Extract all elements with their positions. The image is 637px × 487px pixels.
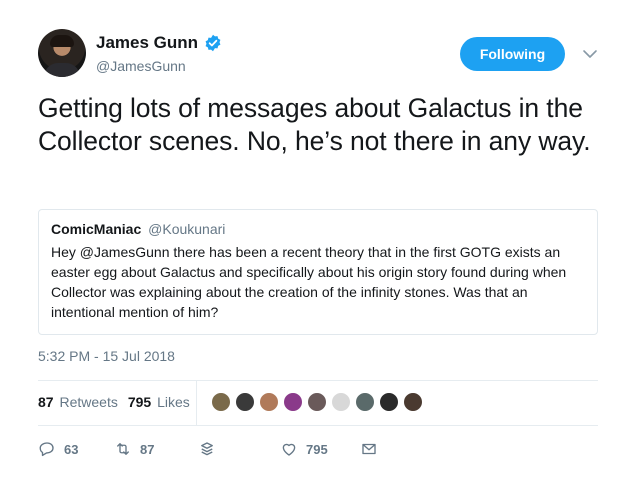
retweets-stat-label: Retweets xyxy=(59,394,118,410)
quoted-tweet-header: ComicManiac @Koukunari xyxy=(51,220,585,238)
like-count: 795 xyxy=(306,441,328,457)
retweets-stat[interactable]: 87 Retweets xyxy=(38,393,118,411)
tweet-timestamp[interactable]: 5:32 PM - 15 Jul 2018 xyxy=(38,347,175,365)
quoted-tweet-text: Hey @JamesGunn there has been a recent t… xyxy=(51,244,567,320)
liker-avatar[interactable] xyxy=(330,391,352,413)
following-button[interactable]: Following xyxy=(460,37,565,71)
user-name[interactable]: James Gunn xyxy=(96,33,198,53)
retweet-action[interactable]: 87 xyxy=(114,440,154,458)
reply-action[interactable]: 63 xyxy=(38,440,78,458)
tweet-stats: 87 Retweets 795 Likes xyxy=(38,393,200,411)
user-name-row[interactable]: James Gunn xyxy=(96,33,222,53)
like-action[interactable]: 795 xyxy=(280,440,328,458)
envelope-icon xyxy=(362,443,376,455)
reply-count: 63 xyxy=(64,441,79,457)
user-handle[interactable]: @JamesGunn xyxy=(96,57,186,75)
avatar-hair xyxy=(50,35,74,47)
liker-avatar[interactable] xyxy=(306,391,328,413)
quoted-tweet[interactable]: ComicManiac @Koukunari Hey @JamesGunn th… xyxy=(38,209,598,335)
layers-icon xyxy=(201,442,213,456)
liker-avatar[interactable] xyxy=(402,391,424,413)
stats-separator xyxy=(196,381,197,425)
tweet-actions: 63 87 795 xyxy=(38,440,598,460)
tweet-text: Getting lots of messages about Galactus … xyxy=(38,93,591,156)
avatar-shirt xyxy=(44,63,80,77)
verified-badge-icon xyxy=(204,34,222,52)
liker-avatar[interactable] xyxy=(282,391,304,413)
divider-bottom xyxy=(38,425,598,426)
likes-stat-label: Likes xyxy=(157,394,190,410)
likes-stat-count: 795 xyxy=(127,394,152,410)
liker-avatar[interactable] xyxy=(210,391,232,413)
liker-avatar[interactable] xyxy=(258,391,280,413)
likes-stat[interactable]: 795 Likes xyxy=(128,393,190,411)
liker-avatar[interactable] xyxy=(354,391,376,413)
retweet-count: 87 xyxy=(140,441,155,457)
liker-avatar[interactable] xyxy=(378,391,400,413)
quoted-user-handle: @Koukunari xyxy=(148,221,226,237)
stack-action[interactable] xyxy=(198,440,224,458)
retweet-icon xyxy=(117,443,129,455)
liker-avatars xyxy=(210,391,426,413)
retweets-stat-count: 87 xyxy=(38,394,54,410)
divider-top xyxy=(38,380,598,381)
quoted-user-name: ComicManiac xyxy=(51,221,142,237)
heart-icon xyxy=(282,443,296,456)
message-action[interactable] xyxy=(360,440,386,458)
reply-icon xyxy=(39,442,54,457)
liker-avatar[interactable] xyxy=(234,391,256,413)
chevron-down-icon[interactable] xyxy=(580,45,600,63)
profile-avatar[interactable] xyxy=(38,29,86,77)
